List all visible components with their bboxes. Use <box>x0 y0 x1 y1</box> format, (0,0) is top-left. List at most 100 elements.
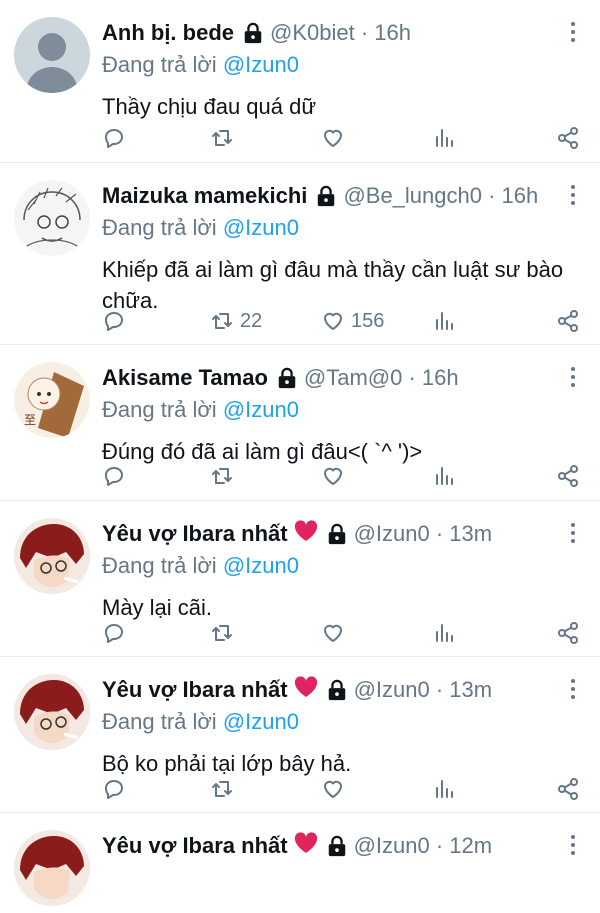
tweet-text: Khiếp đã ai làm gì đâu mà thầy cần luật … <box>102 257 564 313</box>
lock-icon <box>242 22 264 44</box>
replying-to: Đang trả lời @Izun0 <box>102 551 580 581</box>
more-icon[interactable] <box>566 367 580 387</box>
reply-button[interactable] <box>102 309 126 333</box>
like-button[interactable]: 156 <box>321 309 384 333</box>
more-icon[interactable] <box>566 835 580 855</box>
red-heart-icon <box>294 520 318 548</box>
analytics-button[interactable] <box>432 126 456 150</box>
like-button[interactable] <box>321 464 345 488</box>
handle-time[interactable]: @Izun0 · 13m <box>354 677 493 703</box>
avatar[interactable] <box>14 674 90 750</box>
share-icon <box>556 621 580 645</box>
handle-time[interactable]: @K0biet · 16h <box>270 20 411 46</box>
replying-to: Đang trả lời @Izun0 <box>102 707 580 737</box>
handle-time[interactable]: @Izun0 · 12m <box>354 833 493 859</box>
display-name[interactable]: Yêu vợ Ibara nhất <box>102 521 288 547</box>
share-icon <box>556 464 580 488</box>
lock-icon <box>315 185 337 207</box>
red-heart-icon <box>294 676 318 704</box>
share-button[interactable] <box>556 464 580 488</box>
lock-icon <box>326 679 348 701</box>
reply-icon <box>102 126 126 150</box>
share-button[interactable] <box>556 309 580 333</box>
like-button[interactable] <box>321 777 345 801</box>
share-button[interactable] <box>556 777 580 801</box>
tweet[interactable]: Maizuka mamekichi @Be_lungch0 · 16h Đang… <box>0 163 600 345</box>
avatar[interactable]: 至 <box>14 362 90 438</box>
tweet[interactable]: 至 Akisame Tamao @Tam@0 · 16h Đang trả lờ… <box>0 345 600 501</box>
tweet-text: Mày lại cãi. <box>102 595 213 620</box>
analytics-button[interactable] <box>432 309 456 333</box>
display-name[interactable]: Yêu vợ Ibara nhất <box>102 677 288 703</box>
more-icon[interactable] <box>566 22 580 42</box>
share-icon <box>556 777 580 801</box>
display-name[interactable]: Akisame Tamao <box>102 365 268 391</box>
display-name[interactable]: Yêu vợ Ibara nhất <box>102 833 288 859</box>
handle-time[interactable]: @Be_lungch0 · 16h <box>343 183 538 209</box>
like-count: 156 <box>351 309 385 332</box>
replying-to: Đang trả lời @Izun0 <box>102 395 580 425</box>
avatar[interactable] <box>14 518 90 594</box>
avatar[interactable] <box>14 17 90 93</box>
replying-to: Đang trả lời @Izun0 <box>102 50 580 80</box>
retweet-button[interactable] <box>210 464 234 488</box>
tweet-text: Thầy chịu đau quá dữ <box>102 94 317 119</box>
display-name[interactable]: Anh bị. bede <box>102 20 234 46</box>
handle-time[interactable]: @Izun0 · 13m <box>354 521 493 547</box>
retweet-button[interactable] <box>210 777 234 801</box>
avatar[interactable] <box>14 830 90 906</box>
more-icon[interactable] <box>566 679 580 699</box>
tweet[interactable]: Yêu vợ Ibara nhất @Izun0 · 12m <box>0 813 600 913</box>
more-icon[interactable] <box>566 185 580 205</box>
reply-button[interactable] <box>102 464 126 488</box>
redhair-avatar-icon <box>14 518 90 594</box>
analytics-icon <box>432 126 456 150</box>
share-button[interactable] <box>556 126 580 150</box>
retweet-button[interactable] <box>210 126 234 150</box>
share-icon <box>556 309 580 333</box>
retweet-icon <box>210 777 234 801</box>
display-name[interactable]: Maizuka mamekichi <box>102 183 307 209</box>
reply-icon <box>102 777 126 801</box>
reply-mention[interactable]: @Izun0 <box>223 397 299 422</box>
reply-button[interactable] <box>102 126 126 150</box>
retweet-icon <box>210 464 234 488</box>
like-icon <box>321 126 345 150</box>
reply-prefix: Đang trả lời <box>102 215 217 240</box>
share-icon <box>556 126 580 150</box>
like-icon <box>321 309 345 333</box>
like-icon <box>321 777 345 801</box>
like-icon <box>321 464 345 488</box>
share-button[interactable] <box>556 621 580 645</box>
lock-icon <box>326 835 348 857</box>
analytics-icon <box>432 621 456 645</box>
analytics-button[interactable] <box>432 777 456 801</box>
retweet-icon <box>210 309 234 333</box>
analytics-icon <box>432 777 456 801</box>
reply-mention[interactable]: @Izun0 <box>223 52 299 77</box>
reply-mention[interactable]: @Izun0 <box>223 709 299 734</box>
analytics-button[interactable] <box>432 621 456 645</box>
reply-button[interactable] <box>102 777 126 801</box>
retweet-button[interactable]: 22 <box>210 309 262 333</box>
reply-prefix: Đang trả lời <box>102 553 217 578</box>
svg-text:至: 至 <box>24 413 36 427</box>
reply-mention[interactable]: @Izun0 <box>223 215 299 240</box>
tweet[interactable]: Anh bị. bede @K0biet · 16h Đang trả lời … <box>0 0 600 163</box>
more-icon[interactable] <box>566 523 580 543</box>
tweet[interactable]: Yêu vợ Ibara nhất @Izun0 · 13m Đang trả … <box>0 501 600 657</box>
redhair-avatar-icon <box>14 674 90 750</box>
sketch-avatar-icon <box>14 180 90 256</box>
avatar[interactable] <box>14 180 90 256</box>
reply-mention[interactable]: @Izun0 <box>223 553 299 578</box>
analytics-button[interactable] <box>432 464 456 488</box>
like-button[interactable] <box>321 126 345 150</box>
handle-time[interactable]: @Tam@0 · 16h <box>304 365 459 391</box>
reply-icon <box>102 621 126 645</box>
tweet[interactable]: Yêu vợ Ibara nhất @Izun0 · 13m Đang trả … <box>0 657 600 813</box>
anime-avatar-icon: 至 <box>14 362 90 438</box>
retweet-button[interactable] <box>210 621 234 645</box>
like-button[interactable] <box>321 621 345 645</box>
reply-button[interactable] <box>102 621 126 645</box>
reply-prefix: Đang trả lời <box>102 709 217 734</box>
